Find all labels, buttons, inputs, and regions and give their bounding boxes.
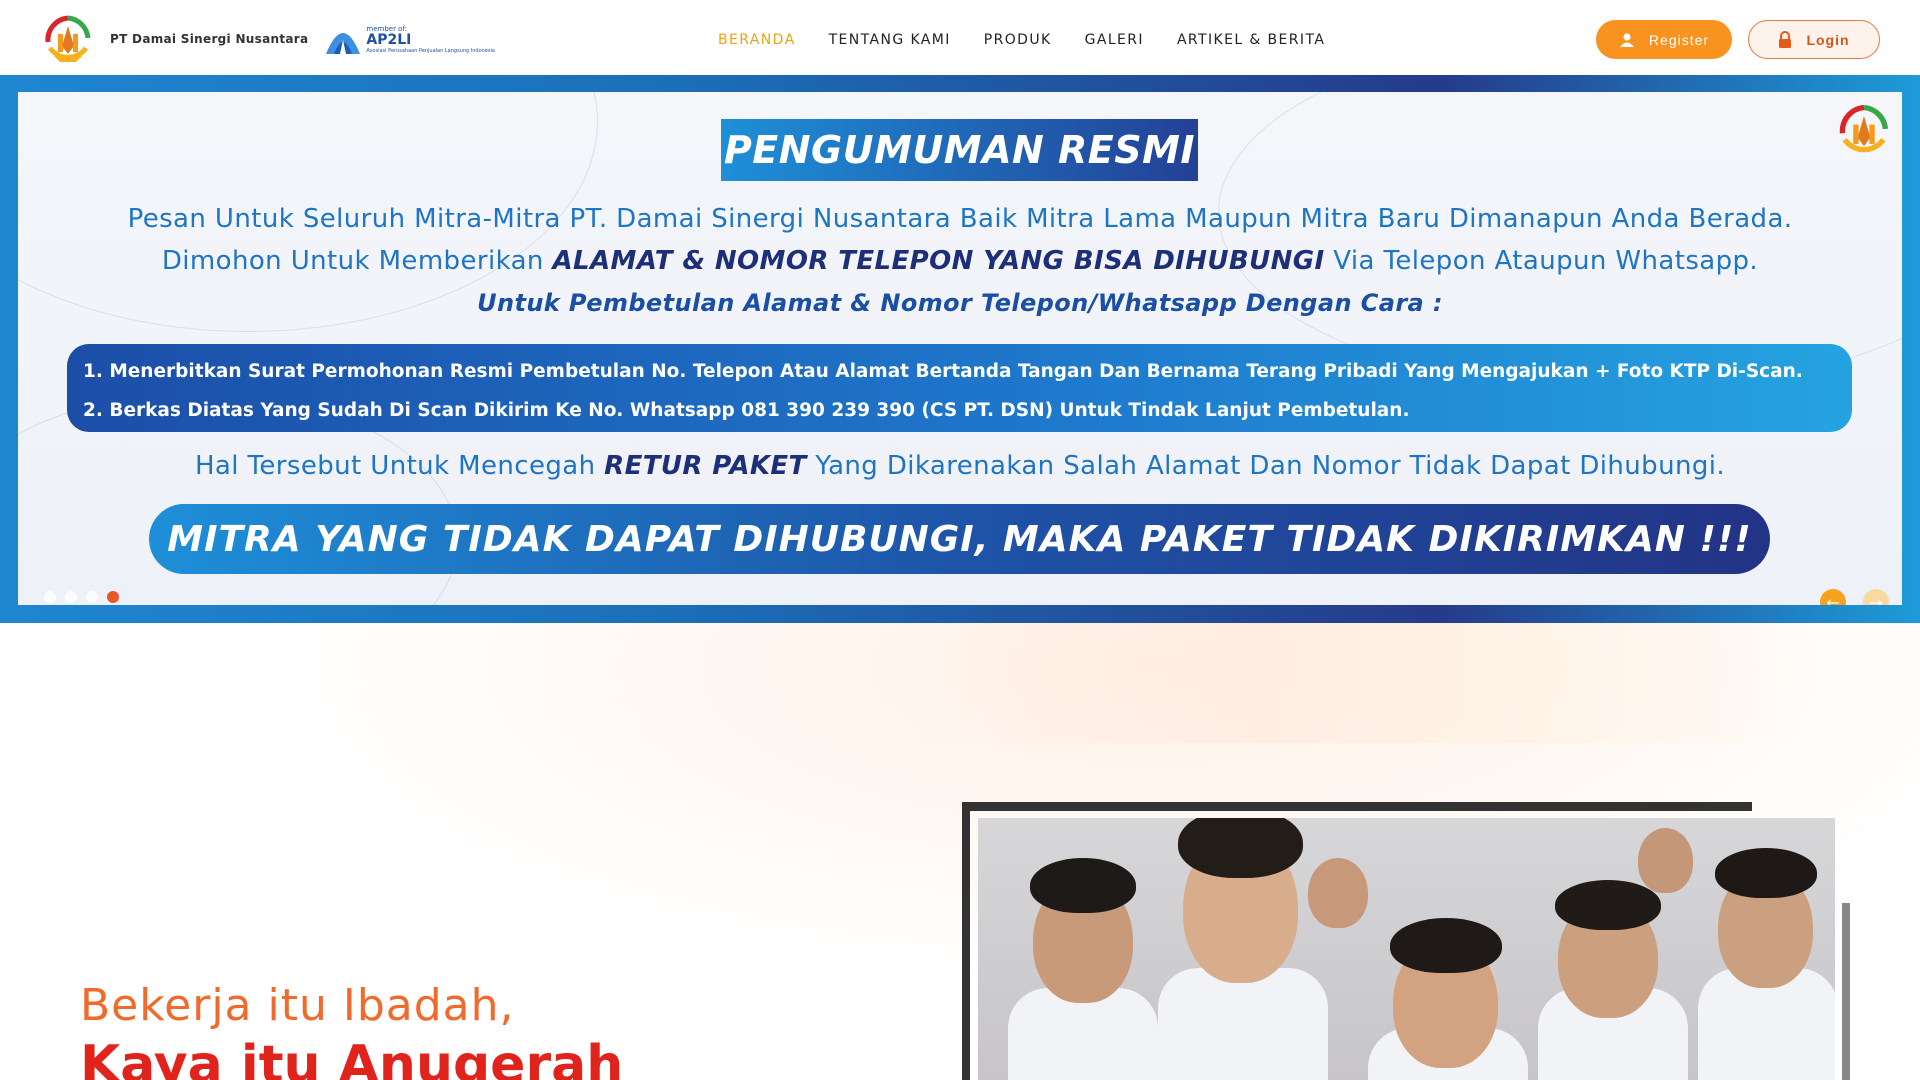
carousel-dot-2[interactable] [65, 591, 77, 603]
announcement-title: PENGUMUMAN RESMI [721, 119, 1198, 181]
login-label: Login [1806, 31, 1850, 48]
corner-company-logo-icon [1834, 100, 1894, 160]
line-2-prefix: Dimohon Untuk Memberikan [161, 246, 553, 276]
nav-item-produk[interactable]: PRODUK [984, 32, 1052, 48]
photo-figure [1555, 880, 1661, 930]
carousel-dot-3[interactable] [86, 591, 98, 603]
instruction-step-2: 2. Berkas Diatas Yang Sudah Di Scan Diki… [83, 400, 1410, 421]
ap2li-logo-icon [326, 33, 361, 54]
photo-figure [1715, 848, 1817, 898]
line-4-suffix: Yang Dikarenakan Salah Alamat Dan Nomor … [806, 451, 1726, 481]
carousel-dot-1[interactable] [44, 591, 56, 603]
register-button[interactable]: Register [1596, 20, 1732, 59]
top-navbar: PT Damai Sinergi Nusantara member of: AP… [0, 0, 1920, 75]
instruction-step-1: 1. Menerbitkan Surat Permohonan Resmi Pe… [83, 361, 1803, 382]
photo-frame-right [1842, 903, 1850, 1080]
nav-item-galeri[interactable]: GALERI [1085, 32, 1144, 48]
brand[interactable]: PT Damai Sinergi Nusantara member of: AP… [40, 12, 495, 66]
member-subtitle: Asosiasi Perusahaan Penjualan Langsung I… [366, 47, 495, 54]
announcement-line-4: Hal Tersebut Untuk Mencegah RETUR PAKET … [18, 451, 1902, 481]
main-nav: BERANDA TENTANG KAMI PRODUK GALERI ARTIK… [718, 0, 1358, 80]
line-4-emphasis: RETUR PAKET [604, 451, 807, 481]
photo-figure [1638, 828, 1693, 893]
company-name: PT Damai Sinergi Nusantara [110, 32, 309, 46]
carousel-dot-4[interactable] [107, 591, 119, 603]
hero-background-glow [900, 623, 1800, 743]
announcement-line-3: Untuk Pembetulan Alamat & Nomor Telepon/… [477, 289, 1443, 317]
warning-banner: MITRA YANG TIDAK DAPAT DIHUBUNGI, MAKA P… [149, 504, 1770, 574]
nav-item-artikel-berita[interactable]: ARTIKEL & BERITA [1177, 32, 1325, 48]
line-2-suffix: Via Telepon Ataupun Whatsapp. [1324, 246, 1759, 276]
carousel-next-button[interactable]: → [1863, 589, 1889, 605]
carousel-prev-button[interactable]: ← [1820, 589, 1846, 605]
announcement-line-1: Pesan Untuk Seluruh Mitra-Mitra PT. Dama… [127, 204, 1793, 234]
line-2-emphasis: ALAMAT & NOMOR TELEPON YANG BISA DIHUBUN… [552, 246, 1325, 276]
company-logo-icon [40, 12, 96, 66]
photo-figure [1308, 858, 1368, 928]
nav-item-tentang-kami[interactable]: TENTANG KAMI [829, 32, 951, 48]
photo-figure [1178, 818, 1303, 878]
arrow-left-icon: ← [1826, 592, 1840, 606]
announcement-line-2: Dimohon Untuk Memberikan ALAMAT & NOMOR … [18, 246, 1902, 276]
ap2li-member-badge: member of: AP2LI Asosiasi Perusahaan Pen… [322, 18, 495, 60]
arrow-right-icon: → [1869, 592, 1883, 606]
lock-icon [1778, 30, 1792, 49]
photo-frame-left [962, 802, 970, 1080]
hero-tagline-2: Kaya itu Anugerah [80, 1035, 624, 1080]
announcement-slide: PENGUMUMAN RESMI Pesan Untuk Seluruh Mit… [18, 92, 1902, 605]
user-icon [1619, 32, 1635, 48]
nav-item-beranda[interactable]: BERANDA [718, 32, 796, 48]
photo-figure [1030, 858, 1136, 913]
photo-figure [1158, 968, 1328, 1080]
announcement-carousel: PENGUMUMAN RESMI Pesan Untuk Seluruh Mit… [0, 75, 1920, 623]
hero-tagline-1: Bekerja itu Ibadah, [80, 980, 515, 1031]
line-4-prefix: Hal Tersebut Untuk Mencegah [194, 451, 605, 481]
hero-team-photo [978, 818, 1835, 1080]
login-button[interactable]: Login [1748, 20, 1880, 59]
carousel-indicators [44, 591, 128, 603]
member-name: AP2LI [366, 31, 412, 48]
photo-figure [1390, 918, 1502, 973]
instruction-steps-box: 1. Menerbitkan Surat Permohonan Resmi Pe… [67, 344, 1852, 432]
photo-frame-top [962, 802, 1752, 811]
hero-section: Bekerja itu Ibadah, Kaya itu Anugerah [0, 623, 1920, 1080]
register-label: Register [1648, 31, 1710, 48]
